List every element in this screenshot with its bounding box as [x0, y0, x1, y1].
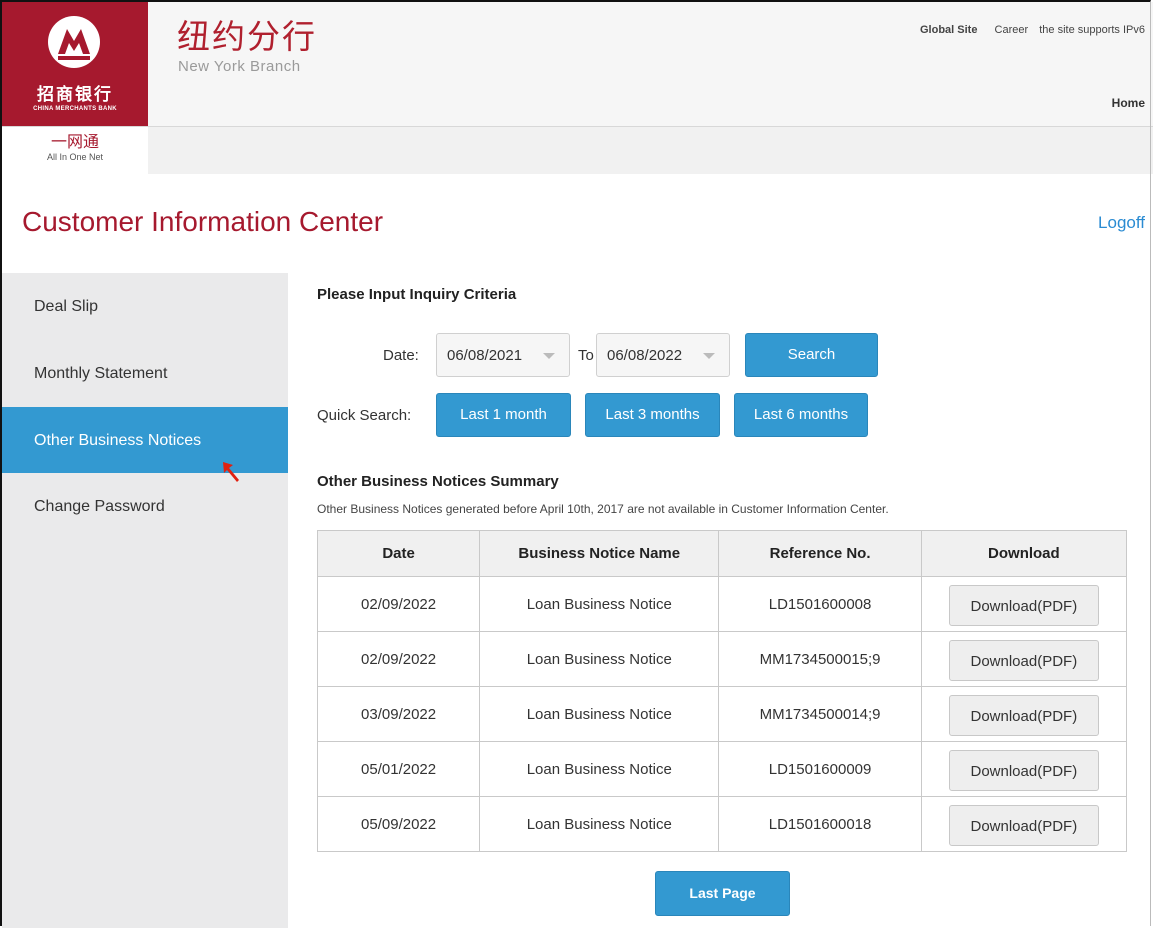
row-date: 02/09/2022 [316, 576, 481, 632]
sidebar-item-monthly-statement[interactable]: Monthly Statement [2, 340, 288, 407]
row-notice-name: Loan Business Notice [479, 686, 720, 742]
sidebar-item-change-password[interactable]: Change Password [2, 473, 288, 540]
last-3-months-button[interactable]: Last 3 months [585, 393, 720, 437]
table-row: 03/09/2022 Loan Business Notice MM173450… [316, 686, 1128, 742]
column-header-notice-name: Business Notice Name [479, 530, 720, 577]
download-pdf-button[interactable]: Download(PDF) [948, 804, 1099, 846]
notices-table: Date Business Notice Name Reference No. … [316, 530, 1128, 852]
bank-logo[interactable]: 招商银行 CHINA MERCHANTS BANK [2, 2, 148, 126]
table-row: 02/09/2022 Loan Business Notice LD150160… [316, 576, 1128, 632]
all-in-one-net-logo[interactable]: 一网通 All In One Net [2, 127, 148, 174]
page-title: Customer Information Center [22, 206, 384, 237]
row-reference: LD1501600008 [718, 576, 922, 632]
all-in-one-net-en: All In One Net [46, 152, 104, 162]
row-notice-name: Loan Business Notice [479, 576, 720, 632]
column-header-date: Date [316, 530, 481, 577]
sidebar: Deal Slip Monthly Statement Other Busine… [2, 273, 288, 928]
row-reference: MM1734500015;9 [718, 631, 922, 687]
summary-heading: Other Business Notices Summary [317, 473, 559, 490]
row-notice-name: Loan Business Notice [479, 796, 720, 852]
site-header: 招商银行 CHINA MERCHANTS BANK 纽约分行 New York … [2, 2, 1153, 127]
table-header-row: Date Business Notice Name Reference No. … [316, 530, 1128, 577]
row-date: 05/09/2022 [316, 796, 481, 852]
to-label: To [578, 347, 594, 364]
chevron-down-icon [543, 353, 555, 359]
branch-title-en: New York Branch [178, 58, 301, 75]
career-link[interactable]: Career [995, 24, 1029, 36]
table-row: 05/01/2022 Loan Business Notice LD150160… [316, 741, 1128, 797]
table-row: 02/09/2022 Loan Business Notice MM173450… [316, 631, 1128, 687]
summary-note: Other Business Notices generated before … [317, 502, 889, 516]
top-links: Global Site Career the site supports IPv… [906, 24, 1145, 36]
last-1-month-button[interactable]: Last 1 month [436, 393, 571, 437]
logo-english-text: CHINA MERCHANTS BANK [33, 106, 117, 112]
column-header-reference: Reference No. [718, 530, 922, 577]
home-link[interactable]: Home [1112, 96, 1145, 110]
table-row: 05/09/2022 Loan Business Notice LD150160… [316, 796, 1128, 852]
row-notice-name: Loan Business Notice [479, 741, 720, 797]
ipv6-notice: the site supports IPv6 [1039, 24, 1145, 36]
logoff-link[interactable]: Logoff [1098, 213, 1145, 233]
branch-title-cn: 纽约分行 [177, 17, 317, 56]
download-pdf-button[interactable]: Download(PDF) [948, 694, 1099, 736]
row-date: 03/09/2022 [316, 686, 481, 742]
last-page-button[interactable]: Last Page [655, 871, 790, 916]
logo-chinese-text: 招商银行 [37, 85, 113, 105]
inquiry-criteria-heading: Please Input Inquiry Criteria [317, 286, 517, 303]
download-pdf-button[interactable]: Download(PDF) [948, 749, 1099, 791]
chevron-down-icon [703, 353, 715, 359]
row-notice-name: Loan Business Notice [479, 631, 720, 687]
row-reference: LD1501600018 [718, 796, 922, 852]
date-from-field[interactable]: 06/08/2021 [436, 333, 570, 377]
date-to-value: 06/08/2022 [607, 347, 683, 364]
sidebar-item-deal-slip[interactable]: Deal Slip [2, 273, 288, 340]
quick-search-label: Quick Search: [317, 407, 412, 424]
download-pdf-button[interactable]: Download(PDF) [948, 584, 1099, 626]
row-date: 02/09/2022 [316, 631, 481, 687]
date-label: Date: [383, 347, 419, 364]
row-reference: LD1501600009 [718, 741, 922, 797]
global-site-link[interactable]: Global Site [920, 24, 977, 36]
date-to-field[interactable]: 06/08/2022 [596, 333, 730, 377]
date-from-value: 06/08/2021 [447, 347, 523, 364]
row-reference: MM1734500014;9 [718, 686, 922, 742]
sidebar-item-other-business-notices[interactable]: Other Business Notices [2, 407, 288, 473]
all-in-one-net-cn: 一网通 [50, 132, 99, 151]
last-6-months-button[interactable]: Last 6 months [734, 393, 868, 437]
cmb-logo-icon [48, 16, 100, 68]
sub-header-bar: 一网通 All In One Net [2, 127, 1153, 174]
download-pdf-button[interactable]: Download(PDF) [948, 639, 1099, 681]
column-header-download: Download [920, 530, 1128, 577]
row-date: 05/01/2022 [316, 741, 481, 797]
search-button[interactable]: Search [745, 333, 878, 377]
pointer-arrow-icon [223, 462, 239, 482]
